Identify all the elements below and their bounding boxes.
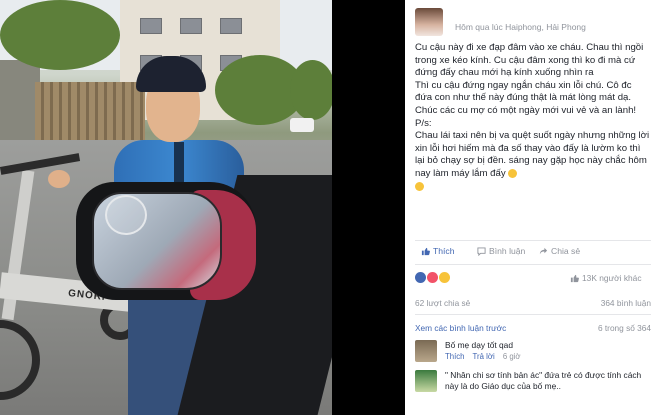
post-line: Cu cậu này đi xe đạp đâm vào xe cháu. Ch…: [415, 42, 644, 79]
like-reaction-icon: [415, 272, 426, 283]
comment-count[interactable]: 364 bình luận: [601, 298, 651, 308]
comment-label: Bình luận: [489, 246, 526, 256]
lightbox-gap: [332, 0, 405, 415]
share-count[interactable]: 62 lượt chia sẻ: [415, 298, 470, 308]
post-body: Cu cậu này đi xe đạp đâm vào xe cháu. Ch…: [415, 42, 651, 193]
action-bar: Thích Bình luận Chia sẻ: [415, 246, 651, 260]
post-line: Chau lái taxi nên bị va quệt suốt ngày n…: [415, 130, 651, 180]
boy-hand: [48, 170, 70, 188]
comment-reply-link[interactable]: Trả lời: [473, 352, 495, 361]
reactions-row[interactable]: 13K người khác: [415, 272, 651, 284]
post-panel: Hôm qua lúc Haiphong, Hải Phong Cu cậu n…: [405, 0, 660, 415]
post-line-text: Chau lái taxi nên bị va quệt suốt ngày n…: [415, 130, 650, 179]
comment-button[interactable]: Bình luận: [477, 246, 525, 256]
blind-spot-mirror: [105, 195, 147, 235]
grin-emoji: [508, 168, 518, 178]
emoji-line: [415, 181, 651, 194]
post-line: Thì cu cậu đứng ngay ngắn cháu xin lỗi c…: [415, 79, 632, 104]
window: [220, 18, 242, 34]
window: [140, 18, 162, 34]
comment-text: " Nhân chi sơ tính bản ác" đứa trẻ có đư…: [445, 370, 642, 391]
comment-meta: Thích Trả lời 6 giờ: [445, 352, 527, 361]
share-button[interactable]: Chia sẻ: [539, 246, 580, 256]
window: [180, 18, 202, 34]
comment-text: Bố mẹ dạy tốt qad: [445, 340, 513, 350]
tree: [290, 60, 332, 120]
avatar[interactable]: [415, 340, 437, 362]
comment-icon: [477, 246, 486, 256]
divider: [415, 264, 651, 265]
view-previous-comments-link[interactable]: Xem các bình luận trước: [415, 323, 506, 333]
like-label: Thích: [433, 246, 455, 256]
divider: [415, 240, 651, 241]
post-line: P/s:: [415, 117, 432, 129]
thumbs-up-icon: [421, 247, 430, 255]
thumbs-up-icon: [570, 274, 579, 282]
fence: [35, 82, 145, 142]
comment-like-link[interactable]: Thích: [445, 352, 465, 361]
haha-reaction-icon: [439, 272, 450, 283]
comments-shown-count: 6 trong số 364: [597, 323, 651, 333]
post-line: Chúc các cu mợ có một ngày mới vui vẻ và…: [415, 104, 637, 116]
post-meta[interactable]: Hôm qua lúc Haiphong, Hải Phong: [455, 22, 586, 32]
parked-car: [290, 118, 314, 132]
avatar[interactable]: [415, 8, 443, 36]
divider: [415, 314, 651, 315]
comment-time[interactable]: 6 giờ: [503, 352, 521, 361]
smile-emoji: [415, 181, 424, 191]
post-photo[interactable]: GNORI: [0, 0, 332, 415]
tree: [0, 0, 120, 70]
share-label: Chia sẻ: [551, 246, 581, 256]
love-reaction-icon: [427, 272, 438, 283]
wall: [0, 60, 40, 140]
like-button[interactable]: Thích: [421, 246, 455, 256]
reaction-count-text: 13K người khác: [582, 273, 642, 283]
avatar[interactable]: [415, 370, 437, 392]
post-header: Hôm qua lúc Haiphong, Hải Phong: [415, 8, 655, 38]
reaction-count: 13K người khác: [570, 273, 642, 283]
share-icon: [539, 247, 548, 254]
